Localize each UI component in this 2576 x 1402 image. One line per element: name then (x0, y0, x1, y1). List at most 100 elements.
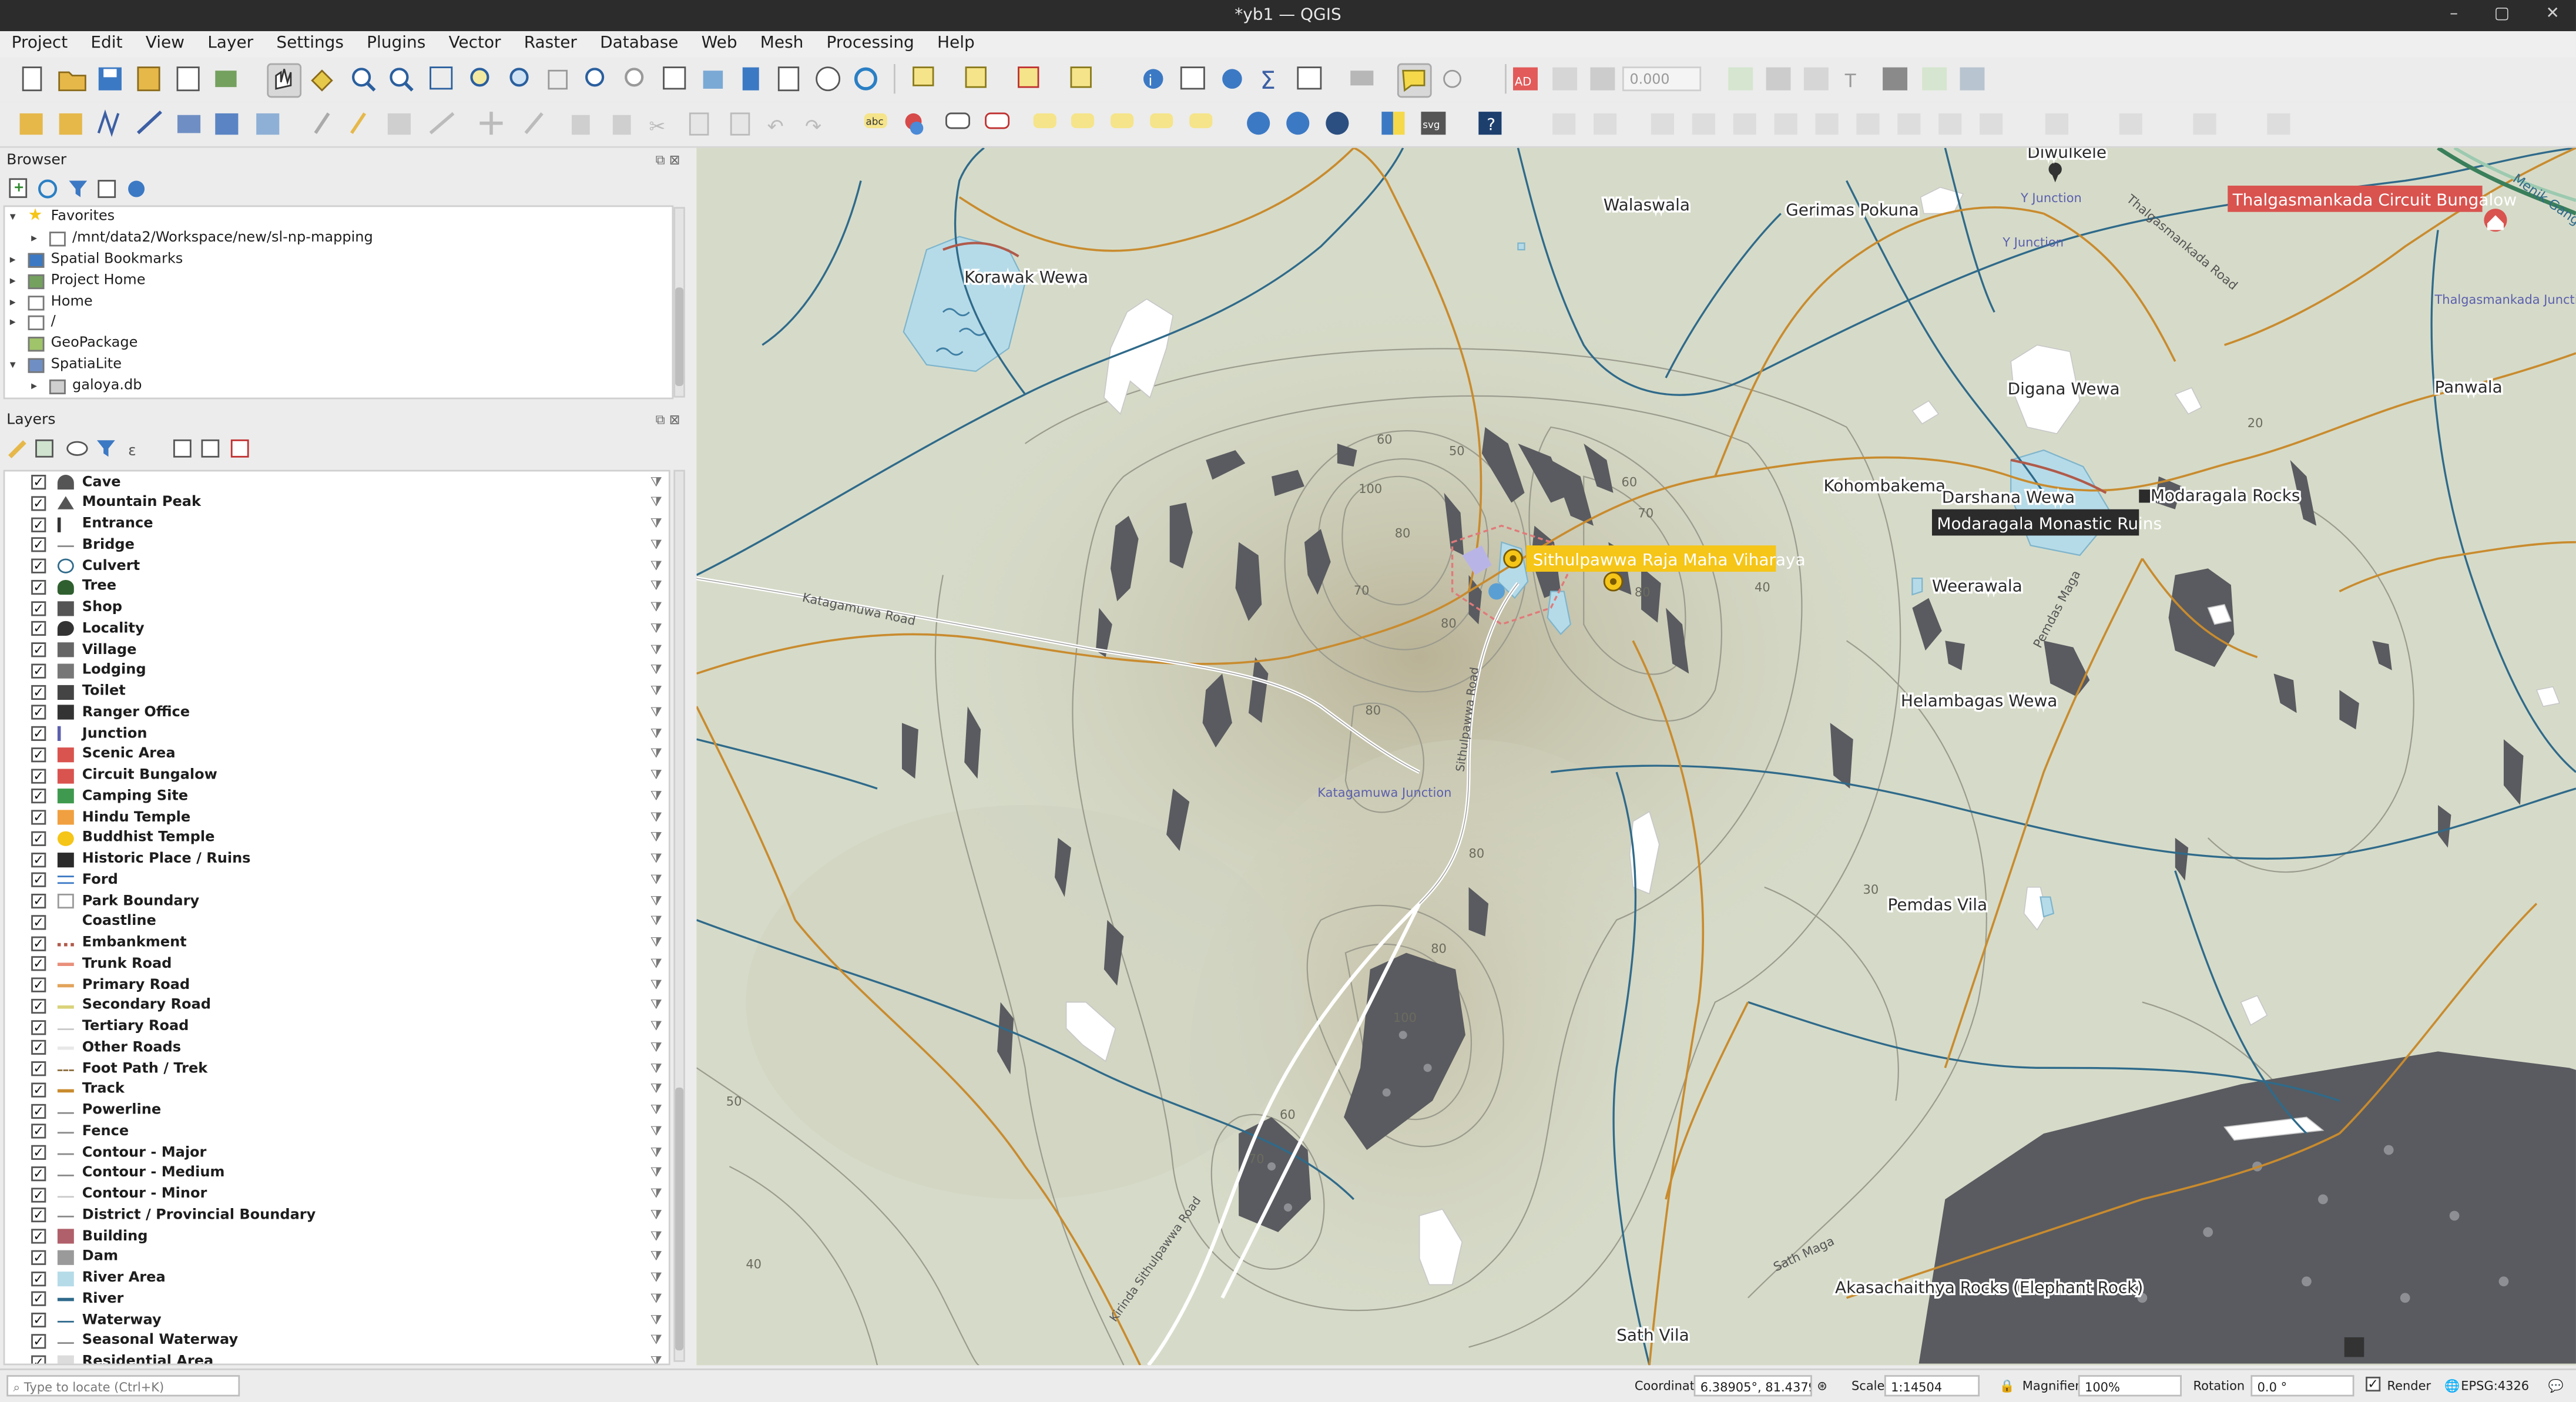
layer-row[interactable]: ✓ Track ⧩ (5, 1079, 669, 1100)
layer-visibility-checkbox[interactable]: ✓ (31, 1061, 46, 1076)
layer-row[interactable]: ✓ Fence ⧩ (5, 1121, 669, 1142)
menu-web[interactable]: Web (690, 31, 749, 58)
layer-row[interactable]: ✓ Trunk Road ⧩ (5, 953, 669, 974)
layer-visibility-checkbox[interactable]: ✓ (31, 1019, 46, 1035)
layer-row[interactable]: ✓ Cave ⧩ (5, 471, 669, 492)
layer-filter-icon[interactable]: ⧩ (650, 1165, 662, 1182)
menu-project[interactable]: Project (0, 31, 79, 58)
layer-visibility-checkbox[interactable]: ✓ (31, 1333, 46, 1349)
layer-visibility-checkbox[interactable]: ✓ (31, 1312, 46, 1328)
expand-arrow-icon[interactable]: ▸ (10, 316, 16, 329)
layer-filter-icon[interactable]: ⧩ (650, 998, 662, 1014)
messages-icon[interactable]: 💬 (2548, 1378, 2563, 1393)
toggle-extents-icon[interactable]: ⊛ (1817, 1378, 1827, 1393)
layer-visibility-checkbox[interactable]: ✓ (31, 810, 46, 825)
layer-visibility-checkbox[interactable]: ✓ (31, 1145, 46, 1160)
layer-filter-icon[interactable]: ⧩ (650, 788, 662, 804)
menu-mesh[interactable]: Mesh (749, 31, 815, 58)
layer-filter-icon[interactable]: ⧩ (650, 977, 662, 993)
menu-vector[interactable]: Vector (437, 31, 512, 58)
layer-visibility-checkbox[interactable]: ✓ (31, 873, 46, 888)
layer-row[interactable]: ✓ Coastline ⧩ (5, 911, 669, 933)
layer-row[interactable]: ✓ Buddhist Temple ⧩ (5, 827, 669, 848)
layer-visibility-checkbox[interactable]: ✓ (31, 1292, 46, 1307)
layer-filter-icon[interactable]: ⧩ (650, 620, 662, 637)
layer-visibility-checkbox[interactable]: ✓ (31, 831, 46, 846)
layer-filter-icon[interactable]: ⧩ (650, 642, 662, 658)
menu-plugins[interactable]: Plugins (355, 31, 437, 58)
expand-arrow-icon[interactable]: ▸ (31, 232, 37, 244)
minimize-button[interactable]: – (2450, 5, 2458, 23)
layer-filter-icon[interactable]: ⧩ (650, 537, 662, 554)
layer-row[interactable]: ✓ Residential Area ⧩ (5, 1351, 669, 1364)
layer-row[interactable]: ✓ Mountain Peak ⧩ (5, 492, 669, 514)
layer-filter-icon[interactable]: ⧩ (650, 579, 662, 595)
layer-visibility-checkbox[interactable]: ✓ (31, 600, 46, 616)
browser-item[interactable]: ▸ Home (5, 291, 672, 313)
layer-row[interactable]: ✓ Tertiary Road ⧩ (5, 1016, 669, 1037)
layer-filter-icon[interactable]: ⧩ (650, 1312, 662, 1329)
layer-filter-icon[interactable]: ⧩ (650, 1228, 662, 1245)
layer-visibility-checkbox[interactable]: ✓ (31, 977, 46, 992)
layer-filter-icon[interactable]: ⧩ (650, 1039, 662, 1056)
layer-row[interactable]: ✓ Circuit Bungalow ⧩ (5, 764, 669, 786)
layer-row[interactable]: ✓ Toilet ⧩ (5, 681, 669, 702)
layer-filter-icon[interactable]: ⧩ (650, 474, 662, 491)
layer-visibility-checkbox[interactable]: ✓ (31, 621, 46, 636)
layer-visibility-checkbox[interactable]: ✓ (31, 1103, 46, 1118)
magnifier-field[interactable]: 100% (2078, 1375, 2182, 1397)
layer-visibility-checkbox[interactable]: ✓ (31, 956, 46, 972)
layer-visibility-checkbox[interactable]: ✓ (31, 1270, 46, 1286)
layer-visibility-checkbox[interactable]: ✓ (31, 558, 46, 573)
layer-filter-icon[interactable]: ⧩ (650, 495, 662, 511)
menu-settings[interactable]: Settings (265, 31, 355, 58)
layer-row[interactable]: ✓ Entrance ⧩ (5, 514, 669, 535)
layers-panel-float-close-icon[interactable]: ⧉ ⊠ (656, 412, 680, 429)
layer-visibility-checkbox[interactable]: ✓ (31, 1040, 46, 1055)
layer-visibility-checkbox[interactable]: ✓ (31, 684, 46, 699)
layer-visibility-checkbox[interactable]: ✓ (31, 579, 46, 595)
layer-filter-icon[interactable]: ⧩ (650, 1333, 662, 1349)
layer-filter-icon[interactable]: ⧩ (650, 1354, 662, 1364)
layer-row[interactable]: ✓ District / Provincial Boundary ⧩ (5, 1205, 669, 1226)
layer-filter-icon[interactable]: ⧩ (650, 830, 662, 847)
map-svg[interactable]: Korawak Wewa Walaswala Gerimas Pokuna Di… (696, 147, 2576, 1366)
layer-visibility-checkbox[interactable]: ✓ (31, 998, 46, 1014)
menu-processing[interactable]: Processing (815, 31, 925, 58)
expand-arrow-icon[interactable]: ▸ (10, 274, 16, 287)
layer-row[interactable]: ✓ Primary Road ⧩ (5, 974, 669, 995)
layer-filter-icon[interactable]: ⧩ (650, 1207, 662, 1223)
locate-search-input[interactable]: ⌕ Type to locate (Ctrl+K) (6, 1375, 240, 1397)
layer-filter-icon[interactable]: ⧩ (650, 1249, 662, 1266)
layer-row[interactable]: ✓ Lodging ⧩ (5, 660, 669, 681)
layer-visibility-checkbox[interactable]: ✓ (31, 1354, 46, 1364)
layer-filter-icon[interactable]: ⧩ (650, 725, 662, 742)
layer-filter-icon[interactable]: ⧩ (650, 600, 662, 616)
close-button[interactable]: ✕ (2546, 5, 2560, 23)
layer-visibility-checkbox[interactable]: ✓ (31, 1166, 46, 1181)
menu-database[interactable]: Database (589, 31, 690, 58)
expand-arrow-icon[interactable]: ▾ (10, 210, 16, 223)
lock-scale-icon[interactable]: 🔒 (2000, 1378, 2015, 1393)
layer-visibility-checkbox[interactable]: ✓ (31, 495, 46, 511)
layer-row[interactable]: ✓ Secondary Road ⧩ (5, 995, 669, 1017)
layer-row[interactable]: ✓ Bridge ⧩ (5, 534, 669, 555)
browser-scrollbar[interactable] (673, 207, 685, 398)
layer-row[interactable]: ✓ River ⧩ (5, 1289, 669, 1310)
layer-visibility-checkbox[interactable]: ✓ (31, 1208, 46, 1223)
layer-filter-icon[interactable]: ⧩ (650, 746, 662, 763)
layer-row[interactable]: ✓ Culvert ⧩ (5, 555, 669, 576)
layer-filter-icon[interactable]: ⧩ (650, 1018, 662, 1035)
layer-visibility-checkbox[interactable]: ✓ (31, 726, 46, 741)
layer-row[interactable]: ✓ Locality ⧩ (5, 618, 669, 639)
layer-filter-icon[interactable]: ⧩ (650, 1061, 662, 1077)
layer-row[interactable]: ✓ Park Boundary ⧩ (5, 890, 669, 911)
expand-arrow-icon[interactable]: ▾ (10, 358, 16, 371)
scale-field[interactable]: 1:14504 (1884, 1375, 1980, 1397)
layer-row[interactable]: ✓ Dam ⧩ (5, 1246, 669, 1267)
layer-row[interactable]: ✓ Hindu Temple ⧩ (5, 807, 669, 828)
rotation-field[interactable]: 0.0 ° (2250, 1375, 2354, 1397)
expand-arrow-icon[interactable]: ▸ (10, 295, 16, 308)
layer-visibility-checkbox[interactable]: ✓ (31, 789, 46, 804)
layer-visibility-checkbox[interactable]: ✓ (31, 851, 46, 867)
